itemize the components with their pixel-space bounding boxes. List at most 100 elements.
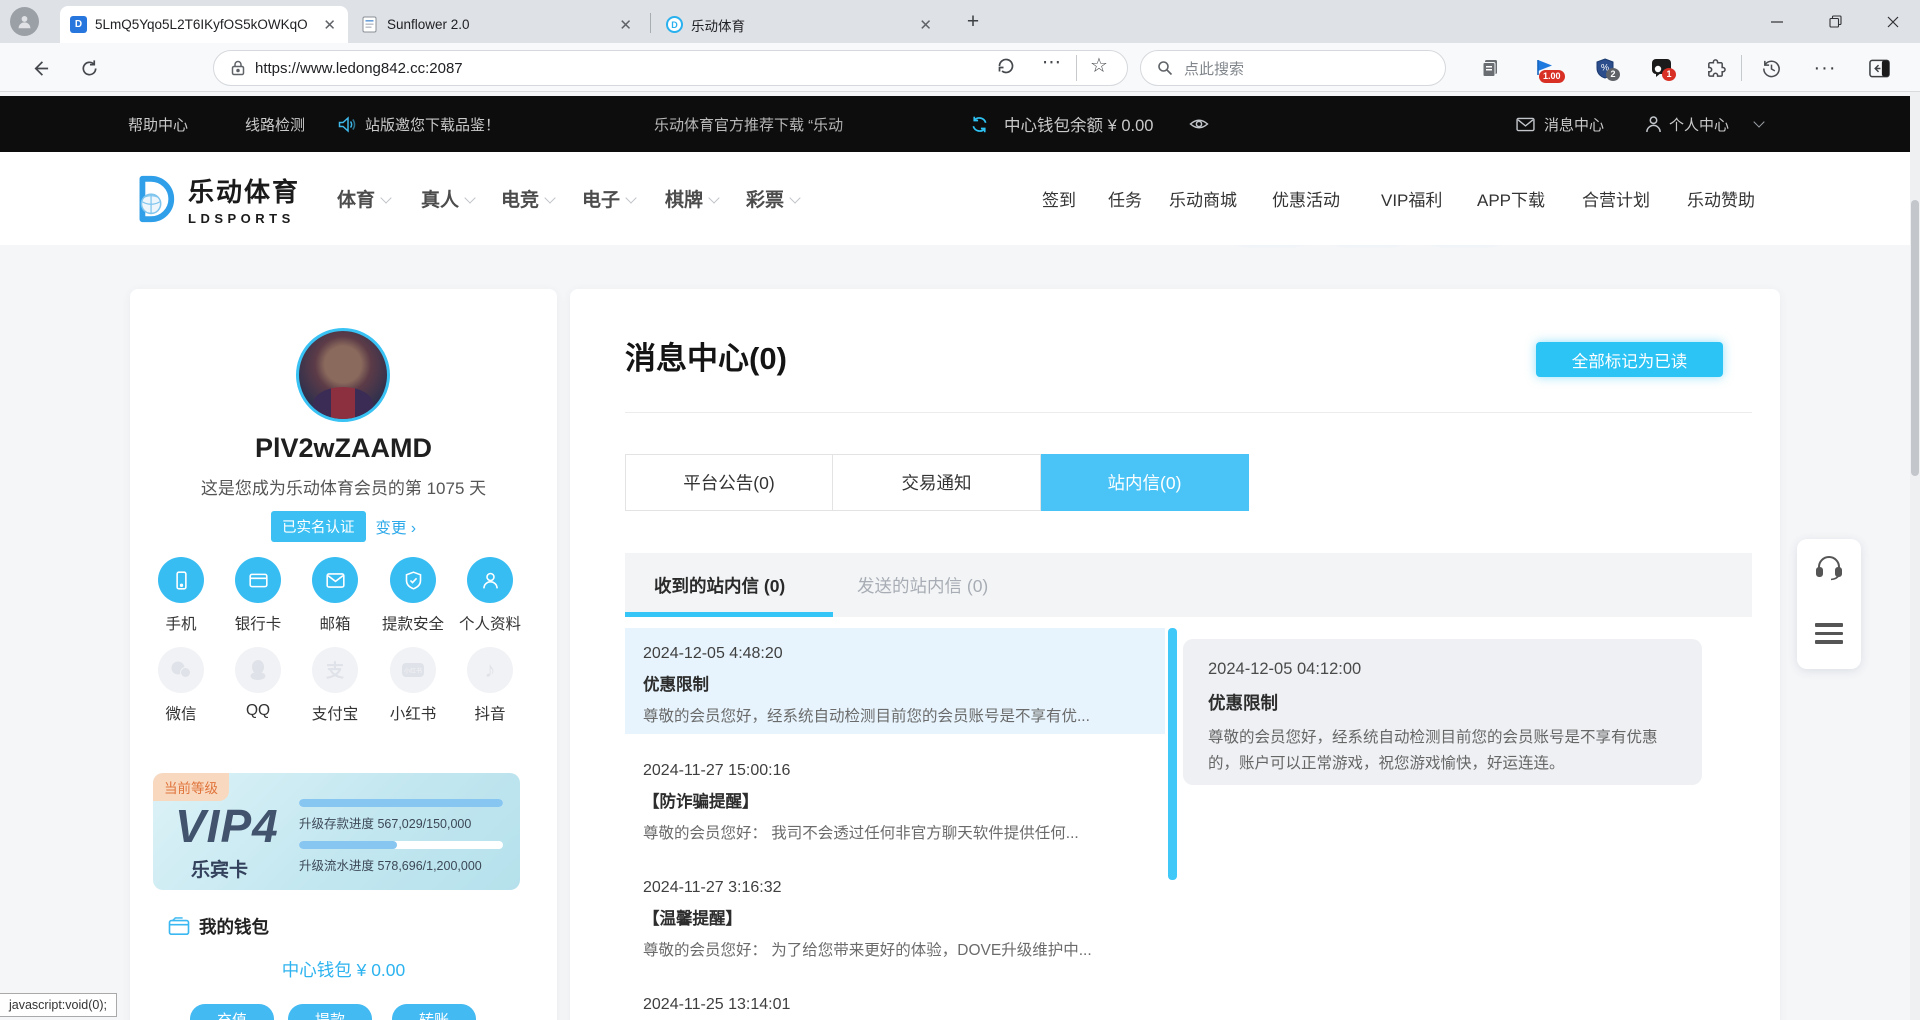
window-restore-button[interactable] — [1812, 0, 1858, 43]
nav-menu-slots[interactable]: 电子 — [582, 152, 635, 245]
security-item-email[interactable]: 邮箱 — [300, 557, 370, 634]
wechat-icon — [158, 647, 204, 693]
nav-menu-live[interactable]: 真人 — [421, 152, 474, 245]
history-icon[interactable] — [1756, 55, 1786, 81]
social-item-alipay[interactable]: 支 支付宝 — [300, 647, 370, 724]
window-minimize-button[interactable] — [1754, 0, 1800, 43]
nav-menu-chess[interactable]: 棋牌 — [665, 152, 718, 245]
social-item-douyin[interactable]: ♪ 抖音 — [455, 647, 525, 724]
subtab-received-mail[interactable]: 收到的站内信 (0) — [654, 553, 785, 617]
nav-link-vip[interactable]: VIP福利 — [1381, 152, 1442, 245]
security-item-phone[interactable]: 手机 — [146, 557, 216, 634]
security-item-bankcard[interactable]: 银行卡 — [223, 557, 293, 634]
chevron-down-icon[interactable] — [1748, 96, 1763, 152]
wallet-refresh-icon[interactable] — [970, 96, 989, 152]
chat-extension-icon[interactable]: 1 — [1646, 55, 1676, 81]
nav-menu-esports[interactable]: 电竞 — [501, 152, 554, 245]
message-item-selected[interactable]: 2024-12-05 4:48:20 优惠限制 尊敬的会员您好，经系统自动检测目… — [625, 628, 1165, 734]
user-avatar[interactable] — [296, 328, 390, 422]
message-item[interactable]: 2024-11-27 3:16:32 【温馨提醒】 尊敬的会员您好： 为了给您带… — [625, 862, 1165, 968]
security-item-profile[interactable]: 个人资料 — [455, 557, 525, 634]
active-subtab-underline — [625, 612, 833, 617]
current-level-tag: 当前等级 — [153, 773, 229, 801]
tab-site-mail[interactable]: 站内信(0) — [1041, 454, 1249, 511]
site-logo[interactable]: 乐动体育 LDSPORTS — [128, 152, 300, 245]
svg-text:小红书: 小红书 — [404, 667, 422, 675]
menu-hamburger-icon[interactable] — [1815, 623, 1843, 649]
page-scrollbar-thumb[interactable] — [1911, 200, 1919, 476]
nav-link-mall[interactable]: 乐动商城 — [1169, 152, 1237, 245]
sidebar-transfer-button[interactable]: 转账 — [392, 1004, 476, 1020]
tab-3-title: 乐动体育 — [691, 15, 909, 35]
change-link[interactable]: 变更 › — [376, 516, 416, 538]
social-item-wechat[interactable]: 微信 — [146, 647, 216, 724]
tab-1-active[interactable]: D 5LmQ5Yqo5L2T6IKyfOS5kOWKqO ✕ — [60, 6, 348, 43]
favorite-star-icon[interactable]: ☆ — [1090, 53, 1108, 78]
nav-link-sponsor[interactable]: 乐动赞助 — [1687, 152, 1755, 245]
window-close-button[interactable] — [1870, 0, 1916, 43]
extensions-puzzle-icon[interactable] — [1700, 55, 1730, 81]
browser-profile-button[interactable] — [10, 7, 39, 36]
nav-link-checkin[interactable]: 签到 — [1042, 152, 1076, 245]
sidebar-deposit-button[interactable]: 充值 — [190, 1004, 274, 1020]
search-box[interactable]: 点此搜索 — [1140, 50, 1446, 86]
workspaces-icon[interactable] — [1475, 55, 1505, 81]
tab-platform-announcements[interactable]: 平台公告(0) — [625, 454, 833, 511]
address-bar[interactable]: https://www.ledong842.cc:2087 — [213, 50, 1128, 86]
nav-link-affiliate[interactable]: 合营计划 — [1582, 152, 1650, 245]
subtab-sent-mail[interactable]: 发送的站内信 (0) — [857, 553, 988, 617]
screen: D 5LmQ5Yqo5L2T6IKyfOS5kOWKqO ✕ Sunflower… — [0, 0, 1920, 1020]
social-item-qq[interactable]: QQ — [223, 647, 293, 720]
message-item[interactable]: 2024-11-27 15:00:16 【防诈骗提醒】 尊敬的会员您好： 我司不… — [625, 745, 1165, 851]
tab-transaction-notices[interactable]: 交易通知 — [833, 454, 1041, 511]
tab-separator — [650, 13, 651, 33]
tab-3-close-icon[interactable]: ✕ — [917, 16, 934, 34]
tab-2[interactable]: Sunflower 2.0 ✕ — [352, 6, 644, 43]
mark-all-read-button[interactable]: 全部标记为已读 — [1536, 342, 1723, 377]
vip-level-card[interactable]: 当前等级 VIP4 乐宾卡 升级存款进度 567,029/150,000 升级流… — [153, 773, 520, 890]
message-center-link[interactable]: 消息中心 — [1544, 96, 1604, 152]
security-item-withdraw-safety[interactable]: 提款安全 — [378, 557, 448, 634]
sidebar-withdraw-button[interactable]: 提款 — [288, 1004, 372, 1020]
wallet-icon — [168, 917, 190, 936]
qq-icon — [235, 647, 281, 693]
tab-2-close-icon[interactable]: ✕ — [617, 16, 634, 34]
marquee-text: 乐动体育官方推荐下载 “乐动 — [654, 96, 882, 152]
nav-link-promotions[interactable]: 优惠活动 — [1272, 152, 1340, 245]
search-placeholder[interactable]: 点此搜索 — [1184, 58, 1244, 79]
lock-icon[interactable] — [231, 60, 245, 76]
social-item-xiaohongshu[interactable]: 小红书 小红书 — [378, 647, 448, 724]
help-center-link[interactable]: 帮助中心 — [128, 96, 188, 152]
turnover-progress-label: 升级流水进度 578,696/1,200,000 — [299, 855, 503, 874]
back-button[interactable] — [26, 55, 54, 81]
nav-link-app[interactable]: APP下载 — [1477, 152, 1545, 245]
url-text[interactable]: https://www.ledong842.cc:2087 — [255, 60, 463, 77]
nav-link-tasks[interactable]: 任务 — [1108, 152, 1142, 245]
nav-menu-lottery[interactable]: 彩票 — [746, 152, 799, 245]
sidebar-toggle-icon[interactable] — [1864, 55, 1894, 81]
shield-extension-icon[interactable]: % 2 — [1590, 55, 1620, 81]
page-title: 消息中心(0) — [625, 333, 787, 378]
site-announcement[interactable]: 站版邀您下载品鉴！ — [365, 96, 500, 152]
refresh-button[interactable] — [75, 55, 103, 81]
tab-1-close-icon[interactable]: ✕ — [321, 16, 338, 34]
message-list-scrollbar[interactable] — [1168, 628, 1177, 880]
verified-badge: 已实名认证 — [271, 511, 366, 542]
customer-service-headset-icon[interactable] — [1815, 555, 1843, 581]
nav-menu-sports[interactable]: 体育 — [337, 152, 390, 245]
tab-3[interactable]: D 乐动体育 ✕ — [656, 6, 944, 43]
username: PlV2wZAAMD — [130, 433, 557, 464]
address-more-icon[interactable]: ⋯ — [1042, 51, 1061, 74]
message-item[interactable]: 2024-11-25 13:14:01 — [625, 979, 1165, 1020]
wallet-balance: 中心钱包余额 ¥ 0.00 — [1004, 96, 1153, 152]
floating-side-widget — [1797, 539, 1861, 669]
balance-visibility-icon[interactable] — [1189, 96, 1209, 152]
settings-more-icon[interactable]: ··· — [1810, 55, 1840, 81]
new-tab-button[interactable]: + — [958, 8, 988, 36]
line-check-link[interactable]: 线路检测 — [245, 96, 305, 152]
reload-mode-icon[interactable] — [996, 56, 1016, 76]
phone-icon — [158, 557, 204, 603]
flag-extension-icon[interactable]: 1.00 — [1530, 55, 1560, 81]
personal-center-link[interactable]: 个人中心 — [1669, 96, 1729, 152]
tab-2-favicon — [362, 16, 379, 33]
